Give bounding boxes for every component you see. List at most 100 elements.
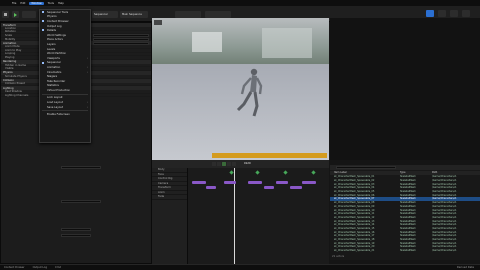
keyframe[interactable] xyxy=(283,170,288,175)
keyframe-section[interactable] xyxy=(224,181,236,184)
column-type[interactable]: Type xyxy=(400,171,432,174)
lock-button[interactable] xyxy=(450,10,458,17)
camera-button[interactable] xyxy=(175,11,201,18)
keyframe[interactable] xyxy=(311,170,316,175)
keyframe[interactable] xyxy=(229,170,234,175)
main-sequence-tab[interactable]: Main Sequence xyxy=(120,11,148,18)
outliner-toolbar xyxy=(330,165,480,170)
menu-item-save-layout[interactable]: Save Layout › xyxy=(40,105,90,110)
keyframe-section[interactable] xyxy=(302,181,316,184)
play-icon[interactable] xyxy=(222,162,226,166)
outliner-search-input[interactable] xyxy=(336,166,396,169)
menu-item-fullscreen[interactable]: Enable Fullscreen xyxy=(40,112,90,117)
background-structure xyxy=(262,28,312,58)
current-frame: 0120 xyxy=(244,162,251,165)
anim-dropdown[interactable] xyxy=(61,200,101,203)
rotation-field[interactable] xyxy=(93,38,149,41)
outliner-row-type: SkeletalMesh xyxy=(400,249,416,253)
outliner-row-type: SkeletalMesh xyxy=(400,208,416,212)
view-button[interactable] xyxy=(205,11,231,18)
outliner-row-path: /Game/Characters/A xyxy=(432,223,457,227)
outliner-row-type: SkeletalMesh xyxy=(400,182,416,186)
skip-forward-icon[interactable] xyxy=(232,162,236,166)
outliner-row-type: SkeletalMesh xyxy=(400,204,416,208)
menu-file[interactable]: File xyxy=(12,2,16,5)
step-forward-icon[interactable] xyxy=(227,162,231,166)
play-button[interactable] xyxy=(12,11,19,18)
menu-help[interactable]: Help xyxy=(58,2,64,5)
location-field[interactable] xyxy=(93,34,149,37)
keyframe-section[interactable] xyxy=(290,186,302,189)
sequencer-panel: 0120 Body Face Control Rig Camera Transf… xyxy=(152,160,329,270)
viewport-menu-button[interactable] xyxy=(154,20,162,25)
window-menu: Sequencer Tools Physics Content Browser … xyxy=(39,9,91,143)
scale-field[interactable] xyxy=(93,42,149,45)
menu-item-save-layout-label: Save Layout xyxy=(47,105,64,109)
outliner-row-path: /Game/Characters/A xyxy=(432,215,457,219)
outliner-row-label: sk_CharacterMesh_Spawnable_08 xyxy=(334,201,375,205)
column-path[interactable]: Path xyxy=(432,171,472,174)
menu-item-animation-label: Animation xyxy=(47,65,61,69)
level-viewport[interactable] xyxy=(152,18,329,160)
outliner-row-type: SkeletalMesh xyxy=(400,197,416,201)
settings-button[interactable] xyxy=(426,10,434,17)
mode-button[interactable] xyxy=(22,11,36,18)
column-label[interactable]: Item Label xyxy=(330,171,400,174)
playback-controls xyxy=(212,162,236,166)
menu-window[interactable]: Window xyxy=(29,1,44,5)
outliner-row-path: /Game/Characters/A xyxy=(432,179,457,183)
keyframe-section[interactable] xyxy=(192,181,206,184)
outliner-row-label: sk_CharacterMesh_Spawnable_03 xyxy=(334,182,375,186)
skip-back-icon[interactable] xyxy=(212,162,216,166)
cmd-input[interactable]: Cmd xyxy=(55,266,61,269)
menu-item-cinematics-label: Cinematics xyxy=(47,70,62,74)
value-field-a[interactable] xyxy=(61,228,91,231)
preset-dropdown[interactable] xyxy=(61,166,101,169)
outliner-row-label: sk_CharacterMesh_Spawnable_14 xyxy=(334,223,375,227)
keyframe-section[interactable] xyxy=(276,181,288,184)
outliner-row-label: sk_CharacterMesh_Spawnable_20 xyxy=(334,245,375,249)
outliner-row-type: SkeletalMesh xyxy=(400,212,416,216)
outliner-row-type: SkeletalMesh xyxy=(400,186,416,190)
track-fade[interactable]: Fade xyxy=(152,195,187,200)
layout-button[interactable] xyxy=(438,10,446,17)
outliner-row-type: SkeletalMesh xyxy=(400,241,416,245)
keyframe-section[interactable] xyxy=(264,186,274,189)
outliner-row-label: sk_CharacterMesh_Spawnable_21 xyxy=(334,249,375,253)
outliner-row-type: SkeletalMesh xyxy=(400,193,416,197)
outliner-row-label: sk_CharacterMesh_Spawnable_13 xyxy=(334,219,375,223)
keyframe-section[interactable] xyxy=(248,181,262,184)
save-button[interactable] xyxy=(2,11,9,18)
outliner-row-path: /Game/Characters/A xyxy=(432,193,457,197)
menu-separator xyxy=(42,93,88,95)
outliner-row-type: SkeletalMesh xyxy=(400,238,416,242)
outliner-row-label: sk_CharacterMesh_Spawnable_02 xyxy=(334,179,375,183)
outliner-row-label: sk_CharacterMesh_Spawnable_16 xyxy=(334,230,375,234)
outliner-row-label: sk_CharacterMesh_Spawnable_12 xyxy=(334,215,375,219)
outliner-row-label: sk_CharacterMesh_Spawnable_10 xyxy=(334,208,375,212)
menu-item-virtual-production[interactable]: Virtual Production xyxy=(40,88,90,93)
derived-data-status[interactable]: Derived Data xyxy=(457,266,474,269)
menu-tools[interactable]: Tools xyxy=(48,2,54,5)
warning-banner xyxy=(212,153,327,158)
sequencer-toolbar: 0120 xyxy=(152,160,329,168)
content-drawer-button[interactable]: Content Drawer xyxy=(4,266,25,269)
output-log-button[interactable]: Output Log xyxy=(33,266,47,269)
outliner-row-path: /Game/Characters/A xyxy=(432,238,457,242)
outliner-row-type: SkeletalMesh xyxy=(400,230,416,234)
outliner-row[interactable]: sk_CharacterMesh_Spawnable_21 SkeletalMes… xyxy=(330,249,480,253)
step-back-icon[interactable] xyxy=(217,162,221,166)
sequencer-tab[interactable]: Sequencer xyxy=(92,11,118,18)
outliner-row-path: /Game/Characters/A xyxy=(432,186,457,190)
keyframe[interactable] xyxy=(255,170,260,175)
more-button[interactable] xyxy=(462,10,470,17)
menu-edit[interactable]: Edit xyxy=(20,2,25,5)
outliner-row-label: sk_CharacterMesh_Spawnable_01 xyxy=(334,175,375,179)
menu-item-load-layout-label: Load Layout xyxy=(47,101,63,105)
menu-item-viewports-label: Viewports xyxy=(47,56,60,60)
value-field-b[interactable] xyxy=(61,234,91,237)
keyframe-section[interactable] xyxy=(206,186,216,189)
outliner-row-label: sk_CharacterMesh_Spawnable_09 xyxy=(334,204,375,208)
outliner-row-path: /Game/Characters/A xyxy=(432,175,457,179)
chevron-right-icon: › xyxy=(86,56,88,60)
